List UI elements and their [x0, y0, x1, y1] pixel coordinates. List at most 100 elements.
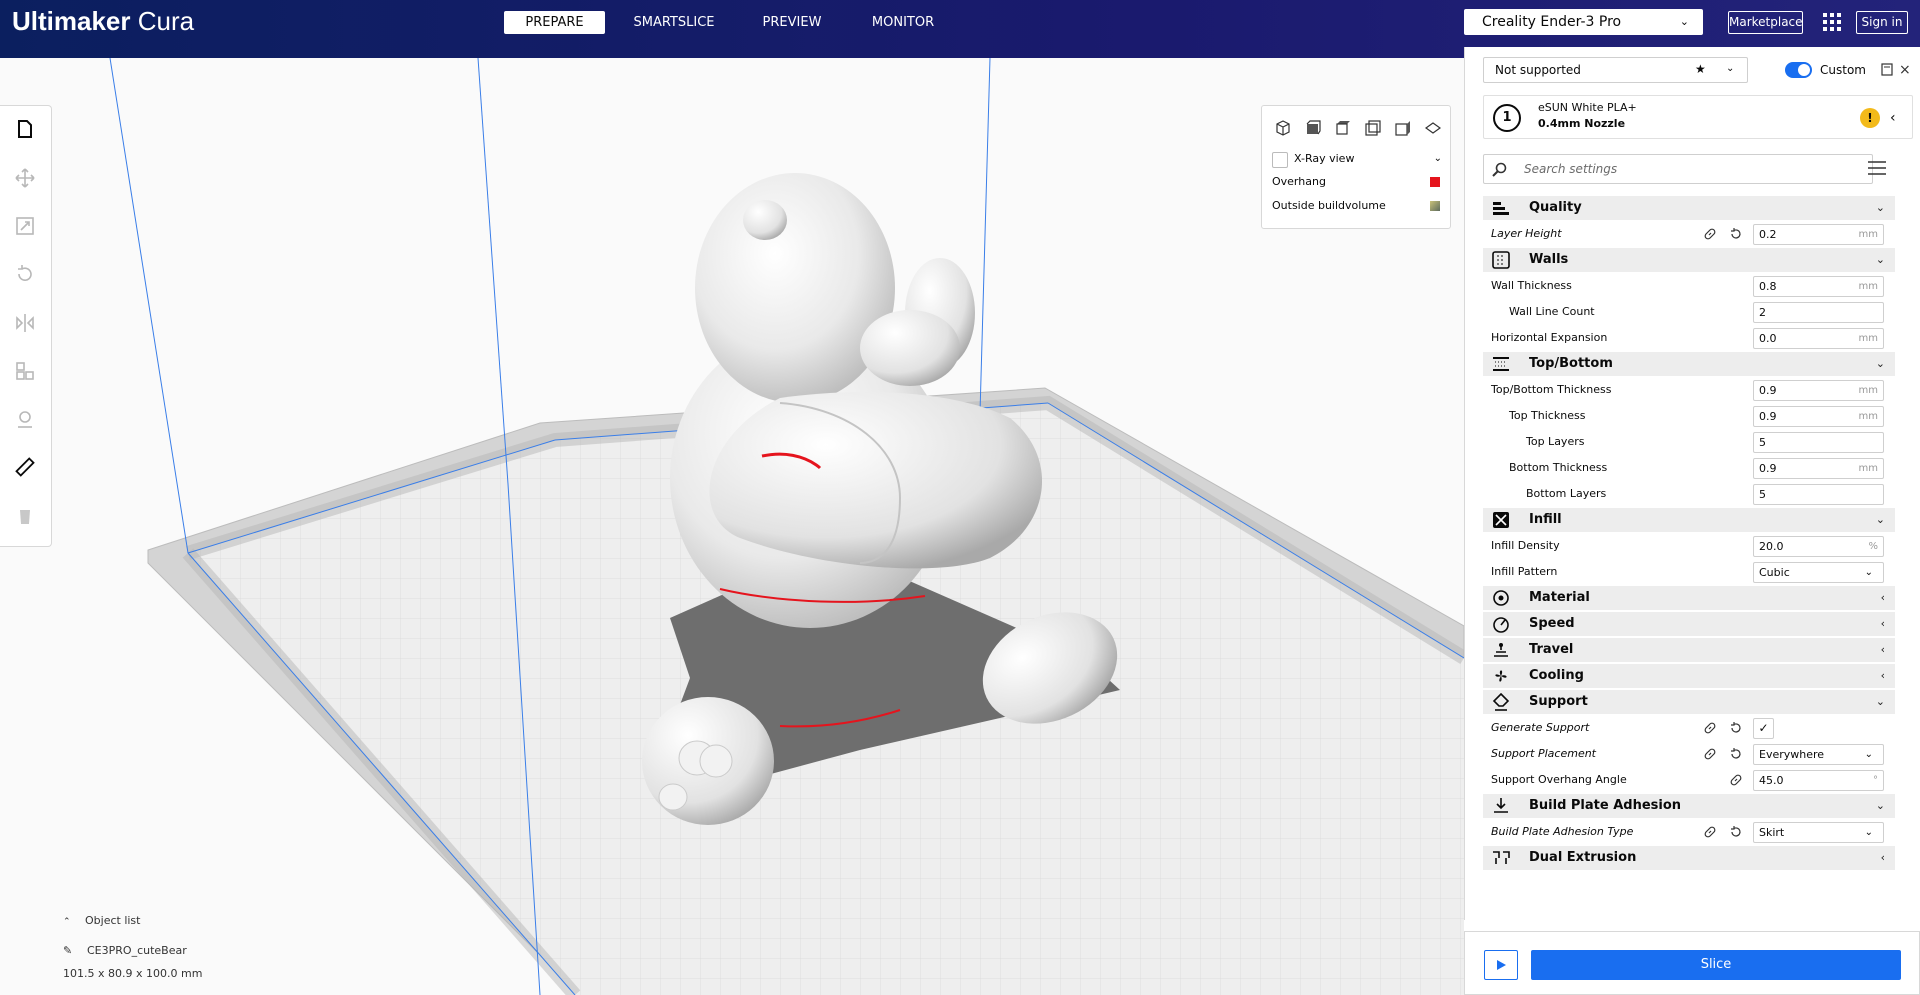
scale-icon[interactable] [12, 213, 38, 239]
chevron-down-icon[interactable]: ⌄ [1434, 150, 1442, 168]
reset-icon[interactable] [1729, 721, 1743, 735]
top-thickness-input[interactable]: 0.9 mm [1753, 406, 1884, 427]
infill-pattern-select[interactable]: Cubic ⌄ [1753, 562, 1884, 583]
chevron-left-icon: ‹ [1880, 851, 1885, 864]
profile-select[interactable]: Not supported [1483, 57, 1748, 83]
link-icon[interactable] [1729, 773, 1743, 787]
support-placement-select[interactable]: Everywhere ⌄ [1753, 744, 1884, 765]
bottom-layers-input[interactable]: 5 [1753, 484, 1884, 505]
horizontal-expansion-input[interactable]: 0.0 mm [1753, 328, 1884, 349]
object-list-toggle[interactable]: ⌃ Object list [63, 913, 140, 929]
open-file-icon[interactable] [12, 116, 38, 142]
category-top-bottom[interactable]: Top/Bottom ⌄ [1483, 352, 1895, 376]
chevron-down-icon[interactable]: ⌄ [1726, 57, 1734, 81]
category-build-plate-adhesion[interactable]: Build Plate Adhesion ⌄ [1483, 794, 1895, 818]
3d-viewport[interactable]: X-Ray view ⌄ Overhang Outside buildvolum… [0, 58, 1464, 995]
setting-layer-height: Layer Height 0.2 mm [1483, 222, 1913, 246]
close-icon[interactable]: × [1899, 57, 1911, 83]
rotate-icon[interactable] [12, 261, 38, 287]
warning-icon: ! [1860, 108, 1880, 128]
reset-icon[interactable] [1729, 747, 1743, 761]
category-support[interactable]: Support ⌄ [1483, 690, 1895, 714]
profile-row: Not supported ★ ⌄ Custom × [1483, 57, 1913, 83]
top-view-icon[interactable] [1333, 118, 1353, 138]
reset-icon[interactable] [1729, 825, 1743, 839]
right-view-icon[interactable] [1393, 118, 1413, 138]
tab-smartslice[interactable]: SMARTSLICE [624, 11, 724, 34]
category-cooling[interactable]: Cooling ‹ [1483, 664, 1895, 688]
wall-thickness-input[interactable]: 0.8 mm [1753, 276, 1884, 297]
slice-button[interactable]: Slice [1531, 950, 1901, 980]
marketplace-button[interactable]: Marketplace [1728, 11, 1803, 34]
link-icon[interactable] [1703, 721, 1717, 735]
link-icon[interactable] [1703, 747, 1717, 761]
top-layers-input[interactable]: 5 [1753, 432, 1884, 453]
sign-in-button[interactable]: Sign in [1856, 11, 1908, 34]
delete-icon[interactable] [12, 502, 38, 528]
setting-top-bottom-thickness: Top/Bottom Thickness 0.9 mm [1483, 378, 1913, 402]
hamburger-menu-icon[interactable] [1867, 160, 1887, 176]
play-preview-button[interactable] [1484, 950, 1518, 980]
extruder-row[interactable]: 1 eSUN White PLA+ 0.4mm Nozzle ! ‹ [1483, 95, 1913, 139]
infill-density-input[interactable]: 20.0% [1753, 536, 1884, 557]
chevron-down-icon: ⌄ [1875, 357, 1885, 370]
chevron-up-icon: ⌃ [63, 917, 71, 927]
per-model-settings-icon[interactable] [12, 358, 38, 384]
tab-preview[interactable]: PREVIEW [745, 11, 839, 34]
document-icon[interactable] [1881, 63, 1893, 76]
app-logo: Ultimaker Cura [12, 6, 195, 36]
fan-icon [1495, 670, 1507, 682]
dual-extrusion-icon [1493, 851, 1510, 864]
xray-view-row[interactable]: X-Ray view ⌄ [1272, 150, 1444, 170]
support-blocker-icon[interactable] [12, 406, 38, 432]
generate-support-checkbox[interactable]: ✓ [1753, 718, 1774, 739]
apps-grid-icon[interactable] [1823, 13, 1841, 31]
category-quality[interactable]: Quality ⌄ [1483, 196, 1895, 220]
setting-support-overhang-angle: Support Overhang Angle 45.0 ° [1483, 768, 1913, 792]
link-icon[interactable] [1703, 825, 1717, 839]
chevron-down-icon: ⌄ [1875, 513, 1885, 526]
chevron-left-icon[interactable]: ‹ [1890, 108, 1896, 128]
speed-icon [1493, 617, 1509, 633]
custom-mode-toggle[interactable] [1785, 62, 1812, 78]
search-input[interactable] [1524, 159, 1854, 179]
chevron-left-icon: ‹ [1880, 669, 1885, 682]
chevron-left-icon: ‹ [1880, 617, 1885, 630]
setting-generate-support: Generate Support ✓ [1483, 716, 1913, 740]
category-infill[interactable]: Infill ⌄ [1483, 508, 1895, 532]
category-speed[interactable]: Speed ‹ [1483, 612, 1895, 636]
material-icon [1493, 590, 1509, 606]
support-icon [1492, 693, 1510, 711]
star-icon[interactable]: ★ [1695, 57, 1706, 81]
category-material[interactable]: Material ‹ [1483, 586, 1895, 610]
extruder-nozzle: 0.4mm Nozzle [1538, 117, 1626, 130]
category-dual-extrusion[interactable]: Dual Extrusion ‹ [1483, 846, 1895, 870]
top-bottom-icon [1493, 357, 1509, 371]
xray-checkbox[interactable] [1272, 152, 1288, 168]
chevron-left-icon: ‹ [1880, 591, 1885, 604]
mirror-icon[interactable] [12, 310, 38, 336]
measure-icon[interactable] [12, 454, 38, 480]
object-name-row[interactable]: ✎ CE3PRO_cuteBear [63, 943, 187, 959]
printer-select[interactable]: Creality Ender-3 Pro ⌄ [1464, 9, 1703, 35]
move-icon[interactable] [12, 165, 38, 191]
category-travel[interactable]: Travel ‹ [1483, 638, 1895, 662]
left-view-icon[interactable] [1363, 118, 1383, 138]
extruder-number-badge: 1 [1493, 104, 1521, 132]
category-walls[interactable]: Walls ⌄ [1483, 248, 1895, 272]
search-box[interactable] [1483, 154, 1873, 184]
perspective-toggle-icon[interactable] [1423, 118, 1443, 138]
tab-prepare[interactable]: PREPARE [504, 11, 605, 34]
support-overhang-angle-input[interactable]: 45.0 ° [1753, 770, 1884, 791]
link-icon[interactable] [1703, 227, 1717, 241]
layer-height-input[interactable]: 0.2 mm [1753, 224, 1884, 245]
adhesion-type-select[interactable]: Skirt ⌄ [1753, 822, 1884, 843]
bottom-thickness-input[interactable]: 0.9 mm [1753, 458, 1884, 479]
reset-icon[interactable] [1729, 227, 1743, 241]
infill-icon [1493, 512, 1509, 528]
top-bottom-thickness-input[interactable]: 0.9 mm [1753, 380, 1884, 401]
front-view-icon[interactable] [1303, 118, 1323, 138]
wall-line-count-input[interactable]: 2 [1753, 302, 1884, 323]
3d-view-icon[interactable] [1273, 118, 1293, 138]
tab-monitor[interactable]: MONITOR [860, 11, 946, 34]
